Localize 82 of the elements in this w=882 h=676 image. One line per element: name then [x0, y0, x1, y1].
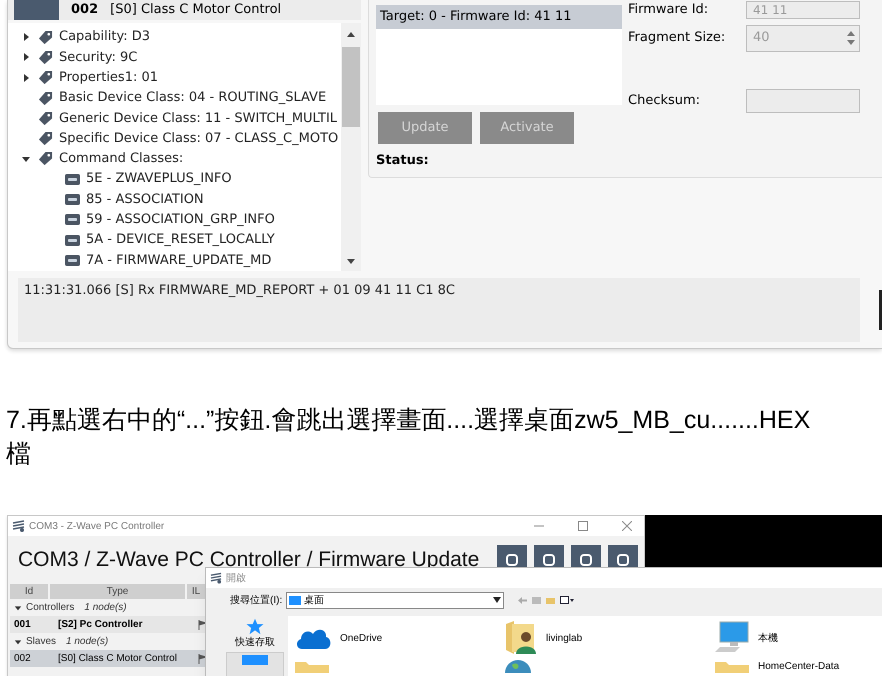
tree-item[interactable]: Generic Device Class: 11 - SWITCH_MULTIL — [59, 108, 338, 128]
column-header[interactable]: IL — [187, 584, 205, 599]
instruction-text: 7.再點選右中的“...”按鈕.會跳出選擇畫面....選擇桌面zw5_MB_cu.......HEX — [6, 405, 812, 436]
instruction-text: 檔 — [6, 439, 32, 470]
globe-icon — [504, 659, 532, 673]
folder-icon — [294, 659, 330, 673]
checksum-field[interactable] — [746, 89, 860, 113]
tree-item[interactable]: Basic Device Class: 04 - ROUTING_SLAVE — [59, 88, 326, 108]
page-heading: COM3 / Z-Wave PC Controller / Firmware Update — [18, 547, 480, 573]
sidebar-place[interactable] — [226, 652, 284, 676]
field-label: Checksum: — [628, 92, 702, 110]
tag-icon — [38, 30, 53, 45]
expand-arrow-icon[interactable] — [21, 32, 31, 42]
tree-item[interactable]: 59 - ASSOCIATION_GRP_INFO — [86, 210, 275, 230]
command-class-icon — [65, 234, 80, 246]
tag-icon — [38, 151, 53, 166]
tree-item[interactable]: Specific Device Class: 07 - CLASS_C_MOTO — [59, 128, 338, 148]
command-class-icon — [65, 254, 80, 266]
node-name: [S0] Class C Motor Control — [110, 1, 282, 20]
tag-icon — [38, 50, 53, 65]
node-id: 002 — [13, 652, 32, 666]
sidebar-place[interactable]: 快速存取 — [226, 616, 284, 650]
tree-item[interactable]: 5E - ZWAVEPLUS_INFO — [86, 169, 232, 189]
location-dropdown[interactable]: 桌面 — [286, 592, 504, 608]
node-type: [S2] Pc Controller — [57, 618, 144, 632]
group-count: 1 node(s) — [66, 635, 108, 649]
view-menu-icon[interactable] — [560, 596, 574, 604]
node-id: 002 — [71, 1, 98, 20]
dropdown-arrow-icon[interactable] — [493, 597, 502, 603]
desktop-icon — [289, 596, 302, 604]
tree-item[interactable]: Properties1: 01 — [59, 68, 158, 88]
column-header[interactable]: Id — [10, 584, 48, 599]
tree-item[interactable]: 5A - DEVICE_RESET_LOCALLY — [86, 230, 275, 250]
tag-icon — [38, 131, 53, 146]
tag-icon — [38, 70, 53, 86]
file-item[interactable]: livinglab — [504, 619, 714, 657]
scrollbar[interactable] — [341, 23, 361, 271]
computer-icon — [714, 621, 750, 655]
field-label: Fragment Size: — [628, 29, 726, 48]
tag-icon — [38, 110, 53, 126]
group-label: Controllers — [26, 601, 74, 615]
command-class-icon — [65, 214, 80, 226]
tree-item[interactable]: 7A - FIRMWARE_UPDATE_MD — [86, 250, 272, 270]
tree-item[interactable]: Command Classes: — [59, 149, 184, 169]
close-icon[interactable] — [622, 521, 632, 531]
node-type: [S0] Class C Motor Control — [57, 652, 178, 666]
command-class-icon — [65, 174, 80, 185]
column-header[interactable]: Type — [50, 584, 185, 599]
field-label: Firmware Id: — [628, 1, 710, 20]
log-line: 11:31:31.066 [S] Rx FIRMWARE_MD_REPORT + 01 09 41 11 C1 8C — [24, 282, 456, 300]
command-class-icon — [65, 194, 80, 206]
user-folder-icon — [504, 620, 538, 656]
node-id: 001 — [13, 618, 32, 632]
collapse-arrow-icon[interactable] — [14, 638, 22, 646]
tree-item[interactable]: Capability: D3 — [59, 27, 150, 47]
group-count: 1 node(s) — [84, 601, 127, 615]
target-item[interactable]: Target: 0 - Firmware Id: 41 11 — [376, 5, 622, 29]
file-item[interactable]: HomeCenter-Data — [714, 657, 882, 675]
maximize-icon[interactable] — [578, 521, 588, 531]
collapse-arrow-icon[interactable] — [14, 604, 22, 612]
app-logo-icon — [12, 520, 25, 532]
dialog-title: 開啟 — [226, 572, 246, 586]
node-icon — [14, 0, 59, 20]
spinner-arrows-icon[interactable] — [846, 29, 856, 47]
expand-arrow-icon[interactable] — [21, 72, 31, 83]
window-title: COM3 - Z-Wave PC Controller — [29, 520, 164, 534]
side-edge-bar — [879, 290, 882, 330]
file-item[interactable]: OneDrive — [294, 619, 504, 657]
flag-icon — [198, 654, 207, 664]
flag-icon — [198, 620, 207, 630]
status-label: Status: — [376, 152, 430, 170]
desktop-icon — [242, 655, 268, 665]
folder-icon — [714, 659, 750, 673]
group-label: Slaves — [26, 635, 56, 649]
location-label: 搜尋位置(I): — [230, 594, 282, 608]
tree-item[interactable]: 85 - ASSOCIATION — [86, 190, 204, 210]
file-item[interactable]: 本機 — [714, 619, 882, 657]
scroll-thumb[interactable] — [342, 47, 360, 127]
app-logo-icon — [210, 572, 222, 584]
expand-arrow-icon[interactable] — [21, 52, 31, 62]
tag-icon — [38, 90, 53, 106]
tree-item[interactable]: Security: 9C — [59, 48, 138, 68]
